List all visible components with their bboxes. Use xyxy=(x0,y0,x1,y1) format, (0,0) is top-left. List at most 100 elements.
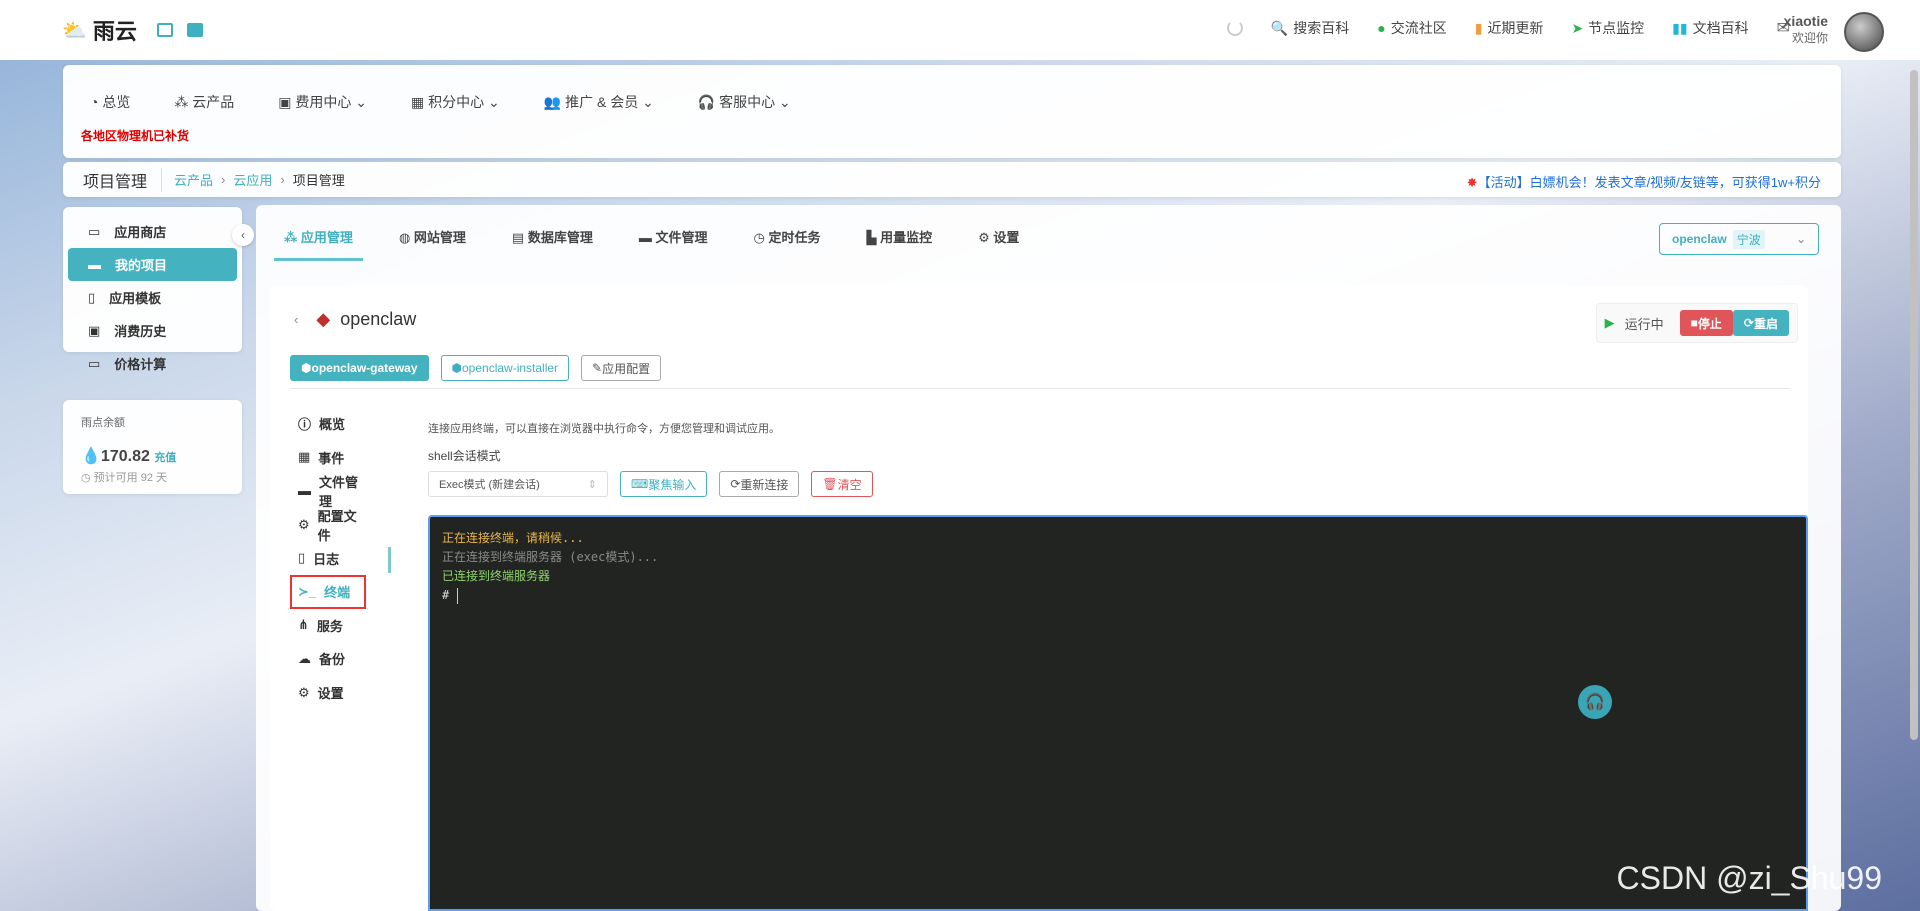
terminal-prompt: # xyxy=(442,588,450,602)
user-info[interactable]: xiaotie 欢迎你 xyxy=(1784,13,1828,46)
users-icon: 👥 xyxy=(543,94,566,110)
chevron-down-icon: ⌄ xyxy=(775,94,791,110)
back-button[interactable]: ‹ xyxy=(294,312,298,327)
app-config-button[interactable]: ✎ 应用配置 xyxy=(581,355,662,381)
cloud-sun-icon: ⛅ xyxy=(62,19,87,42)
play-circle-icon: ▶ xyxy=(1604,315,1615,330)
top-nav-search[interactable]: 🔍 搜索百科 xyxy=(1271,18,1349,38)
calculator-icon: ▭ xyxy=(88,355,101,371)
menu-backup[interactable]: ☁ 备份 xyxy=(290,642,360,676)
tab-files[interactable]: ▬ 文件管理 xyxy=(629,223,718,261)
terminal-line: 正在连接到终端服务器 (exec模式)... xyxy=(442,550,659,564)
chevron-down-icon: ⌄ xyxy=(351,94,367,110)
logo[interactable]: ⛅ 雨云 xyxy=(62,14,203,46)
clear-button[interactable]: 🗑 清空 xyxy=(811,471,873,497)
search-icon: 🔍 xyxy=(1270,20,1289,36)
sidebar-item-pricing[interactable]: ▭ 价格计算 xyxy=(68,347,237,380)
menu-settings[interactable]: ⚙ 设置 xyxy=(290,676,360,710)
project-select[interactable]: openclaw 宁波 ⌄ xyxy=(1659,223,1819,255)
burst-icon: ✸ xyxy=(1466,175,1478,190)
sidebar-item-history[interactable]: ▣ 消费历史 xyxy=(68,314,237,347)
app-menu: ⓘ 概览 ▦ 事件 ▬ 文件管理 ⚙ 配置文件 ▯ 日志 ≻_ 终端 ⋔ 服务 ☁ 备份 ⚙ 设置 xyxy=(290,407,366,710)
refresh-icon: ⟳ xyxy=(1743,316,1754,330)
trash-icon: 🗑 xyxy=(822,477,838,491)
wechat-icon: ● xyxy=(1377,20,1386,36)
collapse-sidebar-button[interactable]: ‹ xyxy=(232,224,254,246)
cogs-icon: ⚙ xyxy=(978,230,994,245)
sidebar-item-templates[interactable]: ▯ 应用模板 xyxy=(68,281,237,314)
shell-mode-select[interactable]: Exec模式 (新建会话) ⇕ xyxy=(428,471,608,497)
tab-database[interactable]: ▤ 数据库管理 xyxy=(502,223,603,261)
support-headset-button[interactable]: 🎧 xyxy=(1578,685,1612,719)
menu-terminal[interactable]: ≻_ 终端 xyxy=(290,574,366,609)
file-code-icon: ▯ xyxy=(88,289,96,305)
sidebar-item-store[interactable]: ▭ 应用商店 xyxy=(68,215,237,248)
network-icon: ⋔ xyxy=(298,617,309,633)
nav-products[interactable]: ⁂ 云产品 xyxy=(174,92,234,112)
image-icon[interactable] xyxy=(156,23,173,37)
chart-icon: ▙ xyxy=(866,230,881,245)
nav-promo[interactable]: 👥 推广 & 会员 ⌄ xyxy=(544,92,654,112)
chevron-down-icon: ⌄ xyxy=(1795,232,1806,246)
top-nav-updates[interactable]: ▮ 近期更新 xyxy=(1475,18,1544,38)
cubes-icon: ⁂ xyxy=(174,94,193,110)
recharge-link[interactable]: 充值 xyxy=(154,452,176,464)
top-nav: 🔍 搜索百科 ● 交流社区 ▮ 近期更新 ➤ 节点监控 ▮▮ 文档百科 ✉ xyxy=(1226,18,1790,38)
cursor xyxy=(457,587,459,604)
location-arrow-icon: ➤ xyxy=(1571,20,1584,36)
activity-link[interactable]: ✸【活动】白嫖机会！发表文章/视频/友链等，可获得1w+积分 xyxy=(1467,172,1821,191)
top-nav-docs[interactable]: ▮▮ 文档百科 xyxy=(1672,18,1748,38)
nav-points[interactable]: ▦ 积分中心 ⌄ xyxy=(411,92,500,112)
restart-button[interactable]: ⟳ 重启 xyxy=(1732,310,1789,336)
clock-icon: ◷ xyxy=(81,472,94,484)
nav-overview[interactable]: ◔ 总览 xyxy=(90,92,130,112)
nav-billing[interactable]: ▣ 费用中心 ⌄ xyxy=(278,92,367,112)
calendar-icon: ▦ xyxy=(298,449,311,465)
folder-icon: ▬ xyxy=(88,257,101,272)
main-nav: ◔ 总览 ⁂ 云产品 ▣ 费用中心 ⌄ ▦ 积分中心 ⌄ 👥 推广 & 会员 ⌄… xyxy=(63,65,1841,158)
container-gateway-button[interactable]: ⬢ openclaw-gateway xyxy=(290,355,429,381)
status-panel: ▶ 运行中 ■ 停止 ⟳ 重启 xyxy=(1595,303,1798,343)
store-icon: ▭ xyxy=(88,223,101,239)
cogs-icon: ⚙ xyxy=(298,516,310,532)
menu-services[interactable]: ⋔ 服务 xyxy=(290,609,360,643)
top-nav-community[interactable]: ● 交流社区 xyxy=(1377,18,1446,38)
page-title: 项目管理 xyxy=(83,167,163,192)
edit-icon: ✎ xyxy=(592,361,603,375)
stop-button[interactable]: ■ 停止 xyxy=(1679,310,1733,336)
container-installer-button[interactable]: ⬢ openclaw-installer xyxy=(440,355,570,381)
avatar[interactable] xyxy=(1844,12,1884,52)
book-icon: ▮ xyxy=(1474,20,1483,36)
focus-input-button[interactable]: ⌨ 聚焦输入 xyxy=(620,471,708,497)
tab-website[interactable]: ◍ 网站管理 xyxy=(389,223,476,261)
menu-logs[interactable]: ▯ 日志 xyxy=(290,541,360,575)
breadcrumb-cloud-app[interactable]: 云应用 xyxy=(233,170,272,189)
sidebar-item-projects[interactable]: ▬ 我的项目 xyxy=(68,248,237,281)
announcement[interactable]: 各地区物理机已补货 xyxy=(81,127,189,144)
terminal-line: 已连接到终端服务器 xyxy=(442,569,551,583)
translate-icon[interactable] xyxy=(186,23,203,37)
tab-usage[interactable]: ▙ 用量监控 xyxy=(856,223,942,261)
breadcrumb: 项目管理 云产品 › 云应用 › 项目管理 ✸【活动】白嫖机会！发表文章/视频/友链… xyxy=(63,162,1841,197)
watermark: CSDN @zi_Shu99 xyxy=(1616,860,1882,896)
scrollbar[interactable] xyxy=(1910,70,1918,740)
breadcrumb-current: 项目管理 xyxy=(292,173,345,188)
tab-settings[interactable]: ⚙ 设置 xyxy=(968,223,1029,261)
folder-open-icon: ▬ xyxy=(638,230,656,245)
menu-events[interactable]: ▦ 事件 xyxy=(290,441,360,475)
reconnect-button[interactable]: ⟳ 重新连接 xyxy=(719,471,800,497)
menu-files[interactable]: ▬ 文件管理 xyxy=(290,474,360,509)
tab-cron[interactable]: ◷ 定时任务 xyxy=(743,223,830,261)
menu-overview[interactable]: ⓘ 概览 xyxy=(290,407,360,441)
nav-support[interactable]: 🎧 客服中心 ⌄ xyxy=(698,92,791,112)
refresh-icon: ⟳ xyxy=(730,477,741,491)
headset-icon: 🎧 xyxy=(1585,694,1605,711)
chevron-down-icon: ⌄ xyxy=(638,94,654,110)
breadcrumb-products[interactable]: 云产品 xyxy=(174,170,213,189)
tab-app-management[interactable]: ⁂ 应用管理 xyxy=(274,223,363,261)
cube-icon: ⬢ xyxy=(301,361,312,375)
terminal-line: 正在连接终端，请稍候... xyxy=(442,531,584,545)
top-nav-nodes[interactable]: ➤ 节点监控 xyxy=(1571,18,1644,38)
folder-open-icon: ▬ xyxy=(298,483,311,499)
menu-config-files[interactable]: ⚙ 配置文件 xyxy=(290,508,360,543)
